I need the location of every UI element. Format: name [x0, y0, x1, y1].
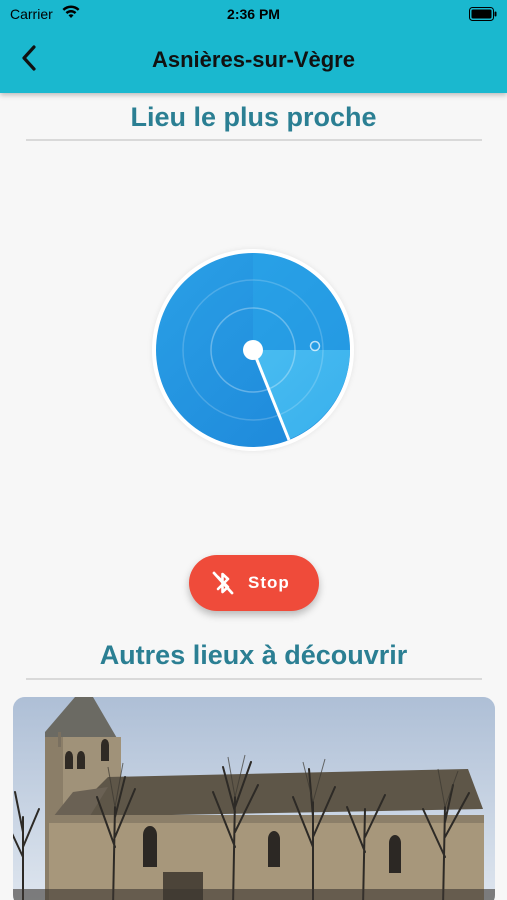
status-bar: Carrier 2:36 PM [0, 0, 507, 28]
church-photo [13, 697, 495, 900]
place-card[interactable] [13, 697, 495, 900]
other-places-heading: Autres lieux à découvrir [99, 640, 408, 670]
page-title: Asnières-sur-Vègre [152, 47, 355, 72]
nearest-place-heading: Lieu le plus proche [130, 102, 377, 132]
stop-button-label: Stop [248, 573, 290, 592]
radar-icon [156, 253, 350, 447]
app-header: Carrier 2:36 PM Asnières-sur-Vègre [0, 0, 507, 93]
nearest-divider [26, 139, 482, 141]
status-time: 2:36 PM [227, 6, 280, 22]
radar-scanner [152, 249, 354, 451]
battery-icon [469, 7, 497, 24]
bluetooth-disabled-icon [211, 570, 235, 601]
stop-scan-button[interactable]: Stop [189, 555, 319, 611]
other-places-divider [26, 678, 482, 680]
